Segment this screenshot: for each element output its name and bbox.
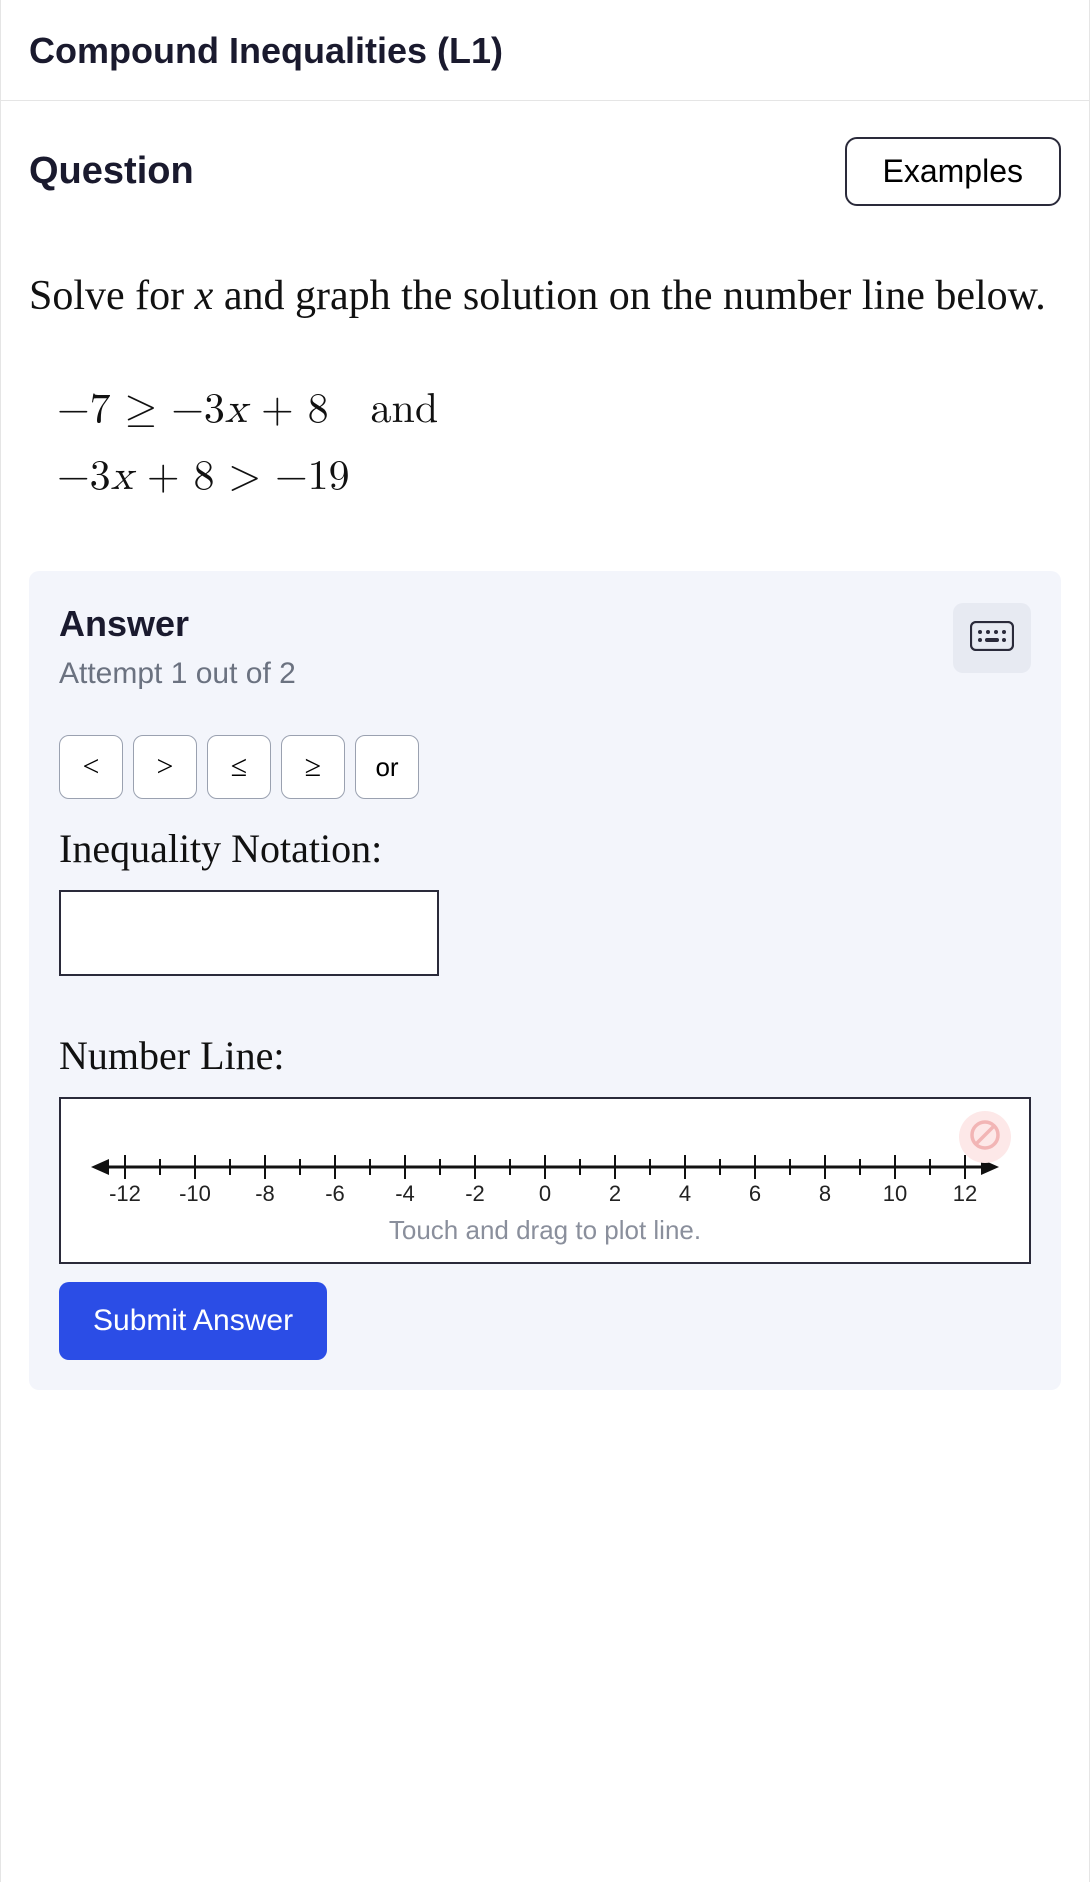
- prompt-text-pre: Solve for: [29, 273, 195, 319]
- gt-button[interactable]: >: [133, 735, 197, 799]
- page-title: Compound Inequalities (L1): [29, 30, 1061, 72]
- prompt-text-post: and graph the solution on the number lin…: [213, 273, 1045, 319]
- equation-1: −7 ≥ −3x + 8 and: [57, 377, 1061, 444]
- number-line-container[interactable]: -12 -10 -8 -6 -4 -2 0 2 4 6 8 10 12 Touch and drag t…: [59, 1097, 1031, 1264]
- inequality-notation-input[interactable]: [59, 890, 439, 976]
- page-header: Compound Inequalities (L1): [1, 0, 1089, 101]
- examples-button[interactable]: Examples: [845, 137, 1062, 206]
- tick-label: 6: [749, 1181, 761, 1206]
- tick-label: 0: [539, 1181, 551, 1206]
- tick-label: 4: [679, 1181, 691, 1206]
- keyboard-button[interactable]: [953, 603, 1031, 673]
- clear-numberline-button[interactable]: [959, 1111, 1011, 1163]
- ge-button[interactable]: ≥: [281, 735, 345, 799]
- lt-button[interactable]: <: [59, 735, 123, 799]
- inequality-notation-label: Inequality Notation:: [59, 825, 1031, 872]
- tick-label: -8: [255, 1181, 275, 1206]
- tick-label: -2: [465, 1181, 485, 1206]
- equations-block: −7 ≥ −3x + 8 and −3x + 8 > −19: [57, 377, 1061, 511]
- number-line-label: Number Line:: [59, 1032, 1031, 1079]
- le-button[interactable]: ≤: [207, 735, 271, 799]
- submit-answer-button[interactable]: Submit Answer: [59, 1282, 327, 1360]
- tick-label: 2: [609, 1181, 621, 1206]
- question-prompt: Solve for x and graph the solution on th…: [29, 266, 1061, 327]
- question-label: Question: [29, 150, 194, 193]
- answer-title: Answer: [59, 603, 296, 645]
- tick-label: 10: [883, 1181, 907, 1206]
- number-line-hint: Touch and drag to plot line.: [77, 1215, 1013, 1246]
- tick-label: 8: [819, 1181, 831, 1206]
- tick-label: -12: [109, 1181, 141, 1206]
- tick-label: -4: [395, 1181, 415, 1206]
- tick-label: 12: [953, 1181, 977, 1206]
- operator-row: < > ≤ ≥ or: [59, 735, 1031, 799]
- keyboard-icon: [970, 621, 1014, 656]
- prompt-variable: x: [195, 273, 214, 319]
- tick-label: -10: [179, 1181, 211, 1206]
- no-entry-icon: [968, 1118, 1002, 1157]
- number-line[interactable]: -12 -10 -8 -6 -4 -2 0 2 4 6 8 10 12: [77, 1119, 1013, 1209]
- equation-2: −3x + 8 > −19: [57, 444, 1061, 511]
- tick-label: -6: [325, 1181, 345, 1206]
- attempt-counter: Attempt 1 out of 2: [59, 657, 296, 691]
- answer-panel: Answer Attempt 1 out of 2 < > ≤: [29, 571, 1061, 1390]
- or-button[interactable]: or: [355, 735, 419, 799]
